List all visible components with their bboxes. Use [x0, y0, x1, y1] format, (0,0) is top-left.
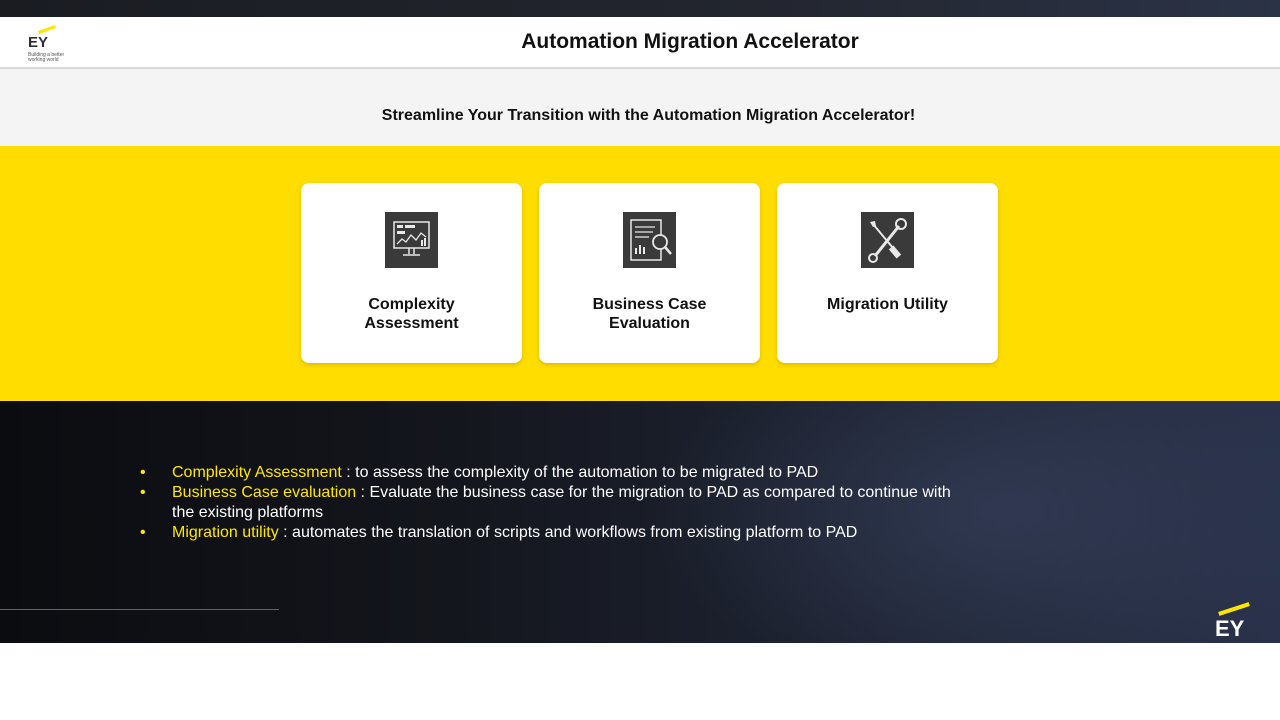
ey-footer-logo: EY [1214, 602, 1254, 643]
document-magnifier-icon [623, 212, 676, 268]
feature-list: Complexity Assessment : to assess the co… [140, 463, 960, 543]
list-item: Business Case evaluation : Evaluate the … [140, 483, 960, 523]
subtitle-bar: Streamline Your Transition with the Auto… [0, 69, 1280, 146]
feature-name: Migration utility [172, 524, 279, 541]
list-item: Migration utility : automates the transl… [140, 523, 960, 543]
complexity-assessment-card[interactable]: Complexity Assessment [301, 183, 522, 363]
ey-logo-text: EY [28, 34, 49, 51]
card-label-line1: Migration Utility [827, 296, 948, 313]
card-label-line2: Assessment [364, 315, 459, 332]
migration-utility-card[interactable]: Migration Utility [777, 183, 998, 363]
ey-logo: EY Building a better working world [28, 25, 68, 65]
business-case-evaluation-card[interactable]: Business Case Evaluation [539, 183, 760, 363]
top-decorative-strip [0, 0, 1280, 17]
app-header: EY Building a better working world Autom… [0, 17, 1280, 69]
footer-divider [0, 609, 279, 610]
ey-footer-logo-beam [1218, 602, 1250, 616]
card-label: Complexity Assessment [301, 295, 522, 333]
ey-footer-logo-text: EY [1215, 616, 1245, 641]
ey-logo-tagline: Building a better working world [28, 52, 65, 63]
card-label-line2: Evaluation [609, 315, 690, 332]
feature-description: : to assess the complexity of the automa… [341, 464, 819, 481]
dashboard-monitor-icon [385, 212, 438, 268]
card-label: Business Case Evaluation [539, 295, 760, 333]
card-label-line1: Complexity [368, 296, 455, 313]
feature-description: : automates the translation of scripts a… [278, 524, 858, 541]
tools-wrench-screwdriver-icon [861, 212, 914, 268]
page-title: Automation Migration Accelerator [521, 30, 859, 53]
list-item: Complexity Assessment : to assess the co… [140, 463, 960, 483]
module-cards-band: Complexity Assessment Business Case Eval… [0, 146, 1280, 401]
card-label-line1: Business Case [592, 296, 707, 313]
ey-logo-beam [38, 25, 56, 34]
page-subtitle: Streamline Your Transition with the Auto… [381, 107, 916, 124]
feature-name: Complexity Assessment [172, 464, 342, 481]
card-label: Migration Utility [777, 295, 998, 314]
feature-name: Business Case evaluation [172, 484, 357, 501]
description-panel: Complexity Assessment : to assess the co… [0, 401, 1280, 643]
